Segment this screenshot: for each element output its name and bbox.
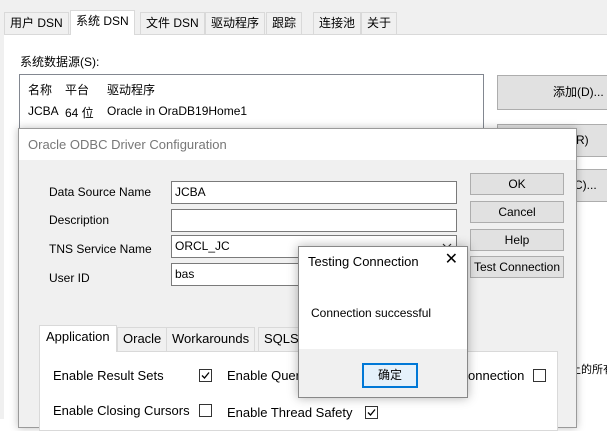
add-button[interactable]: 添加(D)... (497, 75, 607, 110)
column-header-platform[interactable]: 平台 (65, 81, 89, 98)
connection-option-label: onnection (468, 368, 525, 383)
help-button[interactable]: Help (470, 229, 564, 251)
checkmark-icon (201, 372, 210, 379)
checkmark-icon (367, 409, 376, 416)
system-dsn-label: 系统数据源(S): (20, 55, 100, 69)
tab-about[interactable]: 关于 (361, 12, 398, 34)
user-id-label: User ID (49, 271, 90, 285)
data-source-name-label: Data Source Name (49, 185, 152, 199)
message-box-title: Testing Connection (308, 254, 419, 269)
enable-closing-cursors-checkbox[interactable] (199, 404, 212, 417)
tab-workarounds[interactable]: Workarounds (166, 327, 256, 351)
enable-result-sets-label: Enable Result Sets (53, 368, 164, 383)
column-header-name[interactable]: 名称 (28, 81, 52, 98)
dsn-list[interactable]: 名称 平台 驱动程序 JCBA 64 位 Oracle in OraDB19Ho… (19, 74, 484, 134)
dsn-name-cell: JCBA (28, 104, 59, 118)
dsn-driver-cell: Oracle in OraDB19Home1 (107, 104, 248, 118)
tab-user-dsn[interactable]: 用户 DSN (4, 12, 69, 34)
connection-option-checkbox[interactable] (533, 369, 546, 382)
enable-result-sets-checkbox[interactable] (199, 369, 212, 382)
test-connection-button[interactable]: Test Connection (470, 256, 564, 278)
tns-service-name-label: TNS Service Name (49, 242, 152, 256)
ok-button[interactable]: OK (470, 173, 564, 195)
message-box-footer: 确定 (299, 349, 467, 397)
description-field[interactable] (171, 209, 457, 232)
description-label: Description (49, 213, 110, 227)
tab-oracle[interactable]: Oracle (117, 327, 168, 351)
tab-drivers[interactable]: 驱动程序 (205, 12, 266, 34)
testing-connection-dialog: Testing Connection ✕ Connection successf… (298, 246, 468, 398)
tns-service-name-value: ORCL_JC (175, 239, 230, 253)
cancel-button[interactable]: Cancel (470, 201, 564, 223)
enable-query-label: Enable Quer (227, 368, 300, 383)
tab-file-dsn[interactable]: 文件 DSN (140, 12, 205, 34)
enable-thread-safety-label: Enable Thread Safety (227, 405, 353, 420)
confirm-button[interactable]: 确定 (362, 363, 418, 388)
tab-application[interactable]: Application (39, 325, 117, 352)
close-icon[interactable]: ✕ (445, 251, 458, 269)
tab-system-dsn[interactable]: 系统 DSN (70, 10, 135, 35)
message-text: Connection successful (311, 306, 432, 320)
column-header-driver[interactable]: 驱动程序 (107, 81, 155, 98)
dialog-title: Oracle ODBC Driver Configuration (19, 129, 576, 160)
tab-connection-pooling[interactable]: 连接池 (313, 12, 362, 34)
dsn-platform-cell: 64 位 (65, 106, 94, 120)
enable-closing-cursors-label: Enable Closing Cursors (53, 403, 190, 418)
data-source-name-field[interactable]: JCBA (171, 181, 457, 204)
tab-tracing[interactable]: 跟踪 (266, 12, 303, 34)
enable-thread-safety-checkbox[interactable] (365, 406, 378, 419)
